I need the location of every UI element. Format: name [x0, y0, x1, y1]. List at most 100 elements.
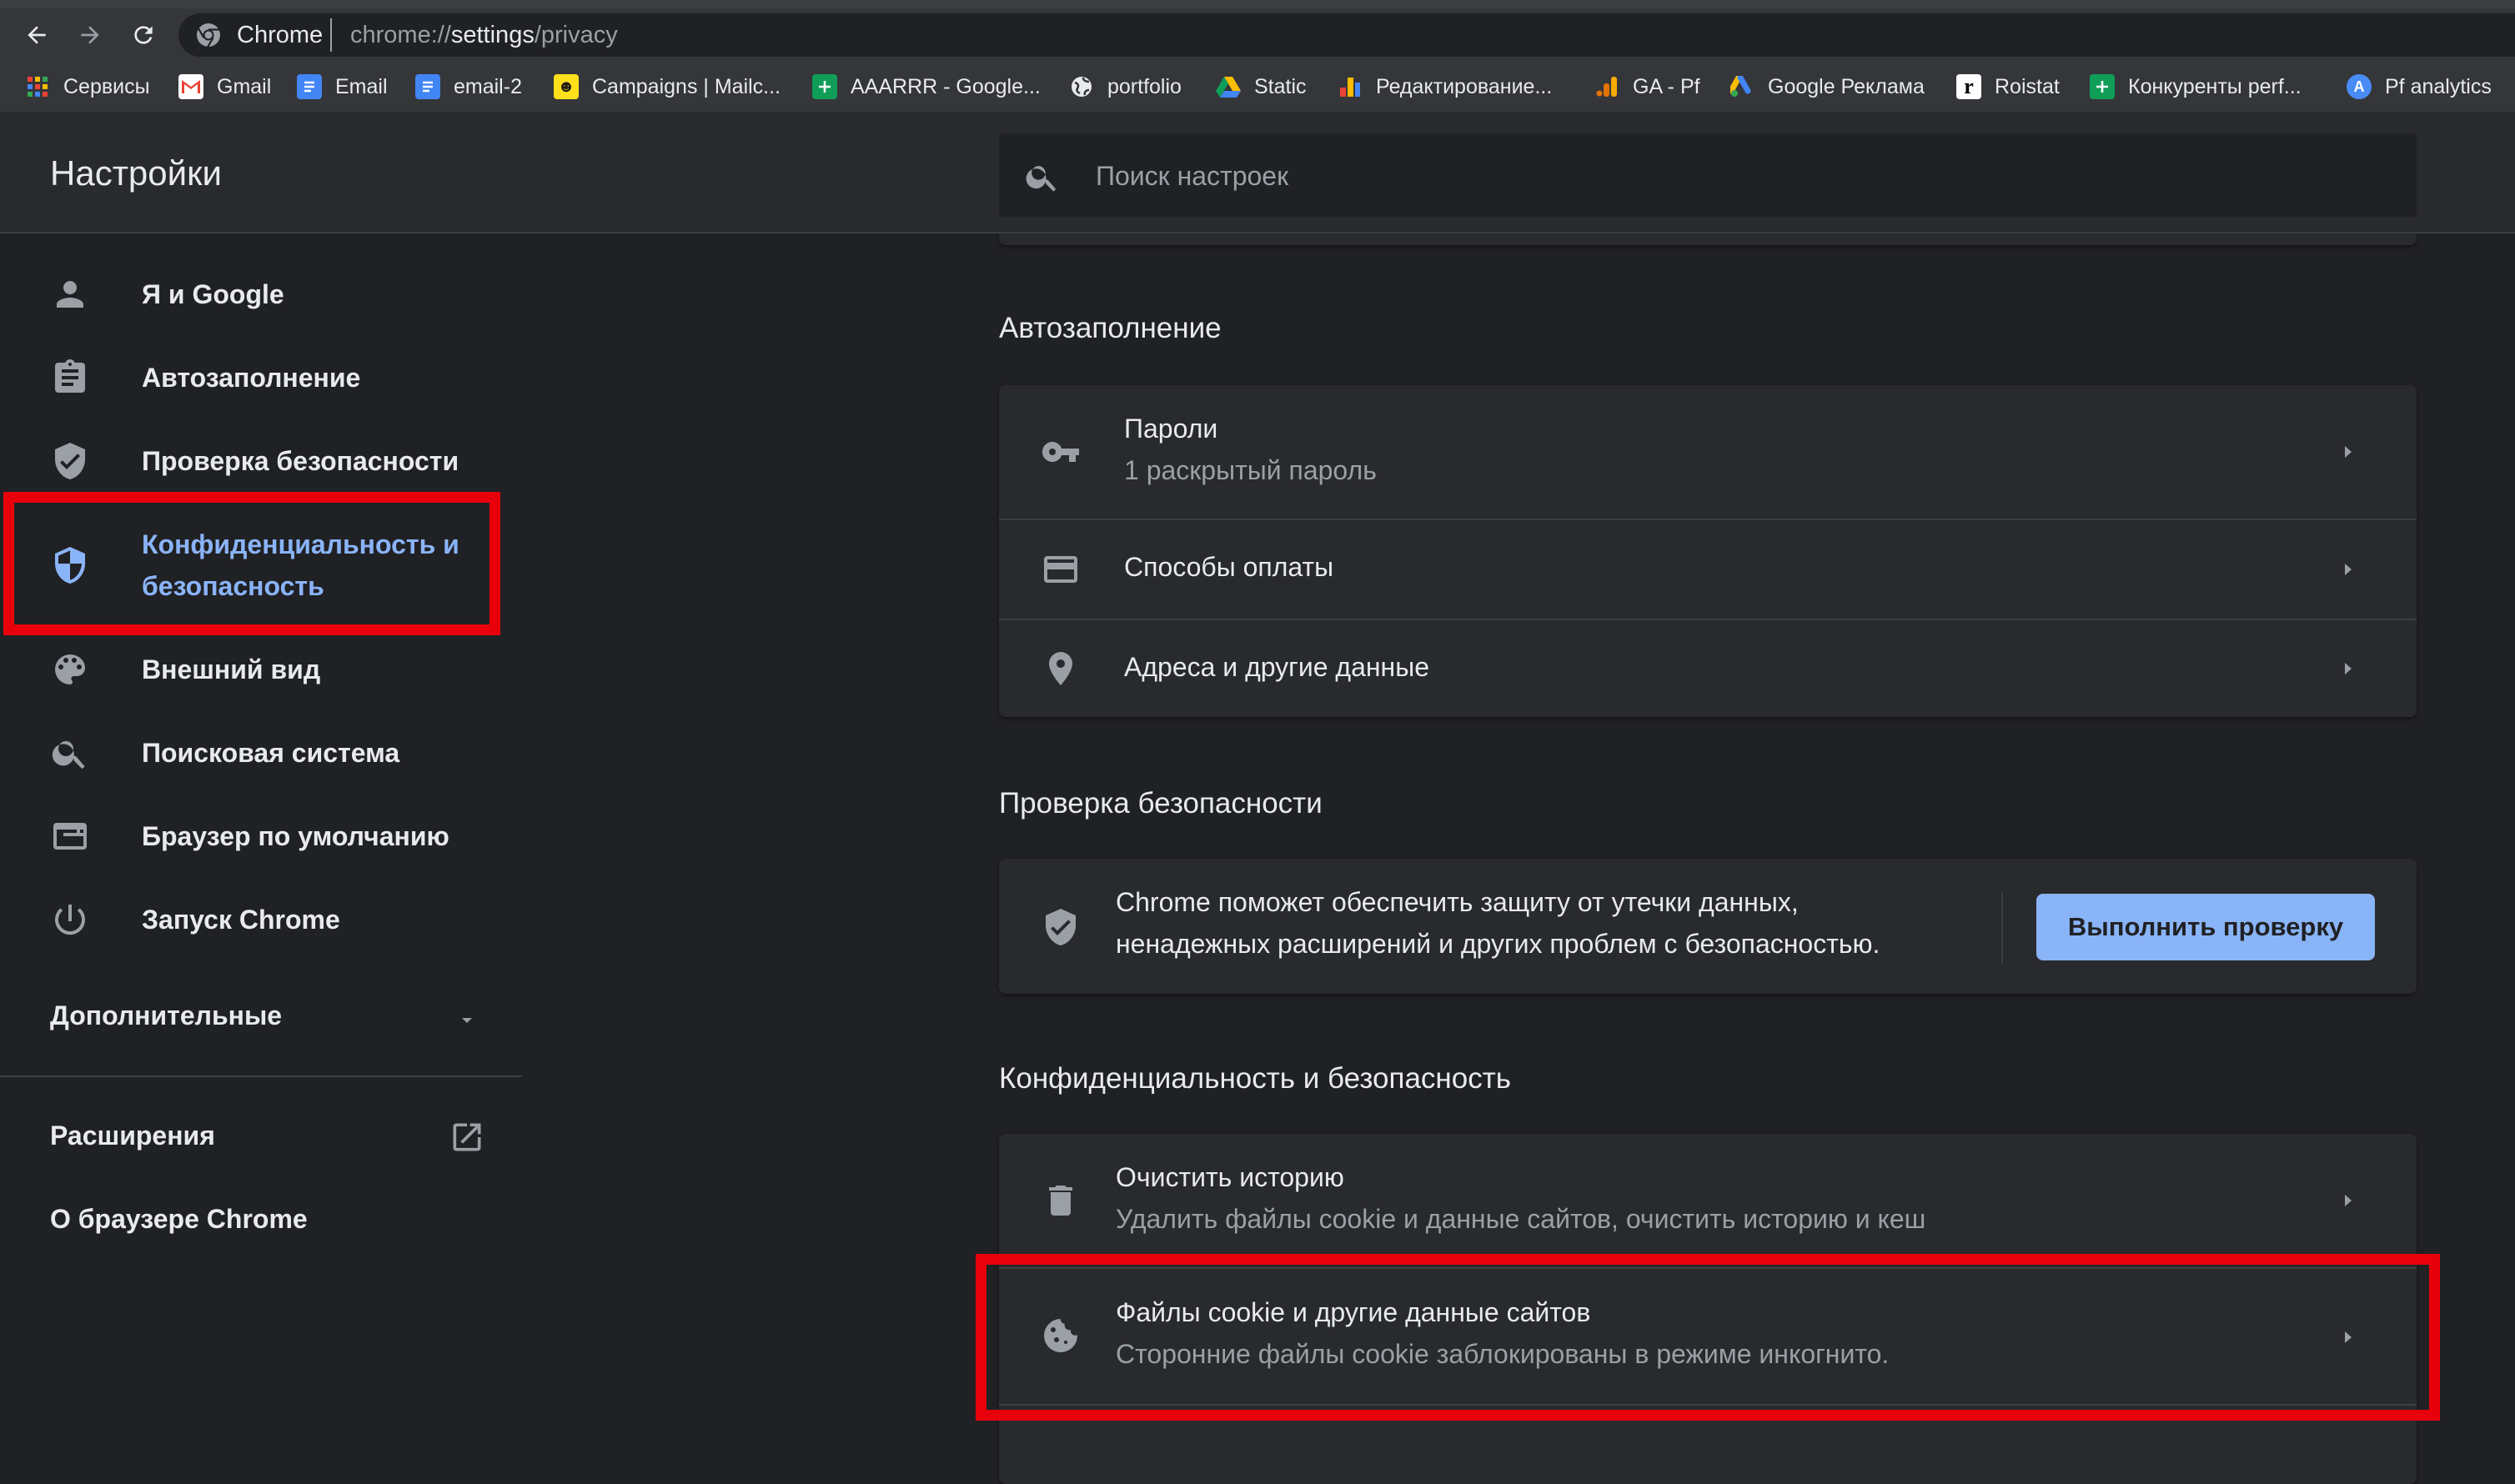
bookmark-label: Gmail: [217, 74, 272, 98]
section-title-privacy: Конфиденциальность и безопасность: [999, 1062, 1511, 1095]
forward-button[interactable]: [72, 17, 108, 53]
bookmark-label: Roistat: [1995, 74, 2060, 98]
advanced-label: Дополнительные: [50, 1000, 283, 1030]
address-bar[interactable]: Chrome chrome://settings/privacy: [178, 13, 2515, 57]
back-arrow-icon: [28, 26, 46, 44]
extensions-label: Расширения: [50, 1121, 215, 1151]
external-link-icon[interactable]: [449, 1119, 485, 1156]
bookmark-google-ads[interactable]: Google Реклама: [1729, 72, 1925, 102]
chevron-right-icon: [2345, 564, 2352, 575]
url-scheme: chrome://: [350, 22, 451, 48]
search-icon: [52, 741, 85, 770]
bookmark-email[interactable]: Email: [297, 72, 388, 102]
previous-card-edge: [999, 233, 2417, 245]
bookmark-label: AAARRR - Google...: [851, 74, 1041, 98]
credit-card-icon: [1044, 556, 1077, 583]
addresses-row[interactable]: Адреса и другие данные: [999, 620, 2417, 717]
globe-icon: [1069, 74, 1094, 99]
power-icon: [55, 905, 86, 935]
sheets-icon: [812, 74, 837, 99]
bookmark-label: Campaigns | Mailc...: [592, 74, 781, 98]
sidebar-item-about-chrome[interactable]: О браузере Chrome: [50, 1204, 308, 1235]
bookmark-roistat[interactable]: r Roistat: [1956, 72, 2060, 102]
google-ads-icon: [1729, 74, 1754, 99]
passwords-row[interactable]: Пароли 1 раскрытый пароль: [999, 385, 2417, 519]
bookmark-label: GA - Pf: [1633, 74, 1700, 98]
palette-icon: [55, 654, 85, 684]
chevron-down-icon[interactable]: [457, 1010, 477, 1030]
payment-methods-row[interactable]: Способы оплаты: [999, 520, 2417, 619]
search-icon: [1026, 166, 1057, 192]
bookmark-label: Конкуренты perf...: [2128, 74, 2302, 98]
bookmark-email-2[interactable]: email-2: [415, 72, 522, 102]
clear-history-row[interactable]: Очистить историю Удалить файлы cookie и …: [999, 1134, 2417, 1267]
trash-icon: [1049, 1186, 1072, 1216]
bookmark-services[interactable]: Сервисы: [25, 72, 150, 102]
mailchimp-icon: ☻: [554, 74, 579, 99]
sidebar-item-label: Внешний вид: [142, 654, 321, 684]
analytics-bars-icon: [1338, 74, 1363, 99]
run-safety-check-button[interactable]: Выполнить проверку: [2036, 894, 2375, 960]
bookmark-competitors[interactable]: Конкуренты perf...: [2090, 72, 2302, 102]
sidebar-item-you-and-google[interactable]: Я и Google: [50, 273, 284, 315]
sidebar-item-appearance[interactable]: Внешний вид: [50, 649, 320, 690]
section-title-autofill: Автозаполнение: [999, 312, 1222, 344]
sidebar-item-label: Автозаполнение: [142, 363, 361, 393]
sheets-icon: [2090, 74, 2115, 99]
row-sublabel: Удалить файлы cookie и данные сайтов, оч…: [1116, 1204, 1926, 1234]
bookmark-gmail[interactable]: Gmail: [178, 72, 271, 102]
sidebar-item-autofill[interactable]: Автозаполнение: [50, 357, 360, 399]
sidebar-item-search-engine[interactable]: Поисковая система: [50, 732, 399, 774]
sidebar-item-extensions[interactable]: Расширения: [50, 1121, 215, 1151]
sidebar-item-safety-check[interactable]: Проверка безопасности: [50, 440, 459, 482]
chrome-logo-icon: [197, 23, 220, 48]
bookmark-static[interactable]: Static: [1216, 72, 1307, 102]
safety-check-text-2: ненадежных расширений и других проблем с…: [1116, 929, 1880, 959]
safety-check-card: Chrome поможет обеспечить защиту от утеч…: [999, 859, 2417, 994]
bookmark-label: Static: [1254, 74, 1307, 98]
row-sublabel: 1 раскрытый пароль: [1124, 455, 1377, 485]
advanced-toggle[interactable]: Дополнительные: [50, 1000, 282, 1031]
docs-icon: [297, 74, 322, 99]
bookmark-label: Сервисы: [63, 74, 150, 98]
bookmark-label: Email: [335, 74, 388, 98]
drive-icon: [1216, 74, 1241, 99]
autofill-card: Пароли 1 раскрытый пароль Способы оплаты…: [999, 385, 2417, 717]
about-label: О браузере Chrome: [50, 1204, 308, 1234]
sidebar-item-default-browser[interactable]: Браузер по умолчанию: [50, 815, 449, 857]
bookmark-editing[interactable]: Редактирование...: [1338, 72, 1552, 102]
bookmark-label: Pf analytics: [2385, 74, 2492, 98]
bookmark-campaigns[interactable]: ☻ Campaigns | Mailc...: [554, 72, 781, 102]
clipboard-icon: [55, 359, 85, 393]
bookmark-aaarrr[interactable]: AAARRR - Google...: [812, 72, 1041, 102]
row-label: Адреса и другие данные: [1124, 652, 1430, 682]
analytics-icon: [1594, 74, 1619, 99]
reload-icon: [134, 26, 153, 44]
bookmarks-bar: Сервисы Gmail Email email-2 ☻ Campaigns …: [0, 62, 2515, 112]
sidebar-divider: [0, 1075, 522, 1077]
sidebar-item-on-startup[interactable]: Запуск Chrome: [50, 899, 340, 940]
sidebar-item-label: Я и Google: [142, 279, 284, 309]
page-title: Настройки: [50, 153, 222, 193]
back-button[interactable]: [18, 17, 55, 53]
sidebar-item-label: Поисковая система: [142, 738, 400, 768]
settings-header: Настройки: [0, 112, 2515, 233]
chevron-right-icon: [2345, 663, 2352, 674]
row-label: Очистить историю: [1116, 1162, 1344, 1192]
sidebar-item-label: Браузер по умолчанию: [142, 821, 449, 851]
shield-check-icon: [1046, 909, 1076, 945]
search-input[interactable]: [1094, 133, 2398, 218]
window-top-strip: [0, 0, 2515, 8]
site-name: Chrome: [237, 22, 324, 48]
settings-search[interactable]: [999, 133, 2417, 218]
bookmark-pf-analytics[interactable]: A Pf analytics: [2347, 72, 2492, 102]
forward-arrow-icon: [81, 26, 99, 44]
bookmark-portfolio[interactable]: portfolio: [1069, 72, 1182, 102]
location-pin-icon: [1049, 652, 1072, 685]
appstore-icon: A: [2347, 74, 2372, 99]
reload-button[interactable]: [125, 17, 162, 53]
address-separator: [330, 18, 332, 52]
bookmark-ga-pf[interactable]: GA - Pf: [1594, 72, 1700, 102]
vertical-separator: [2001, 892, 2003, 964]
person-icon: [57, 281, 83, 308]
